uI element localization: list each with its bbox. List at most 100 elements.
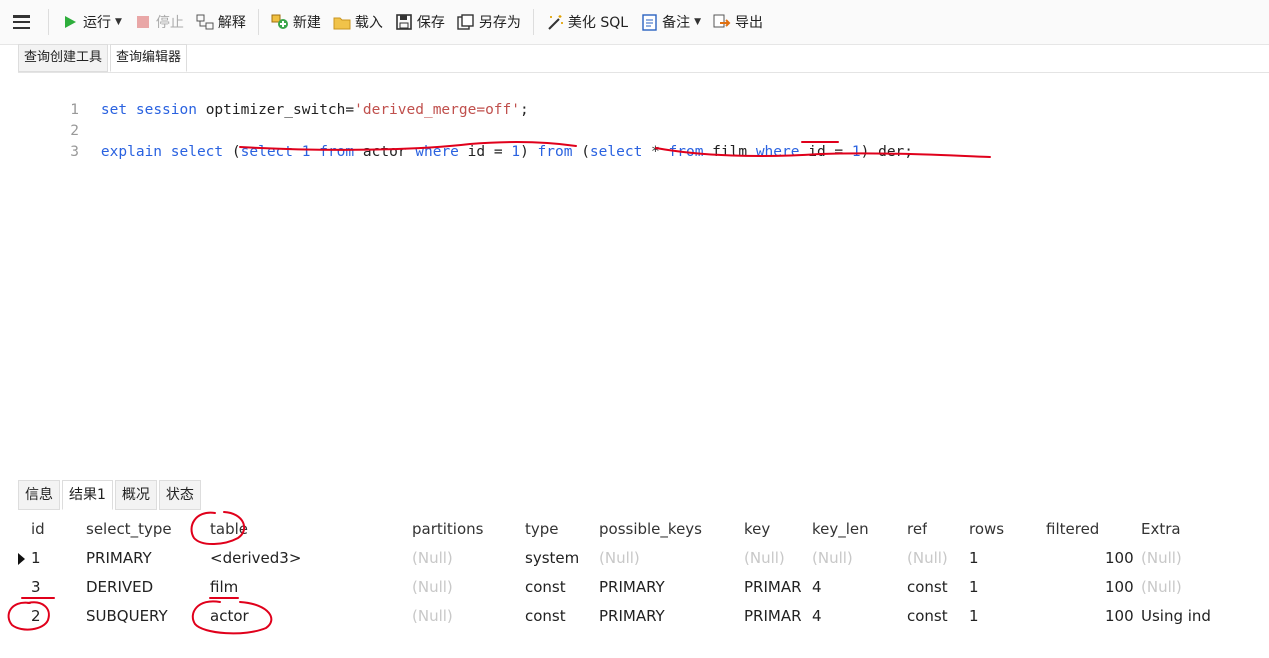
sql-editor[interactable]: 1 set session optimizer_switch='derived_m… <box>0 76 1269 471</box>
cell-filtered[interactable]: 100 <box>1105 602 1134 630</box>
cell-id[interactable]: 1 <box>31 544 41 572</box>
cell-type[interactable]: const <box>525 573 566 601</box>
note-dropdown-icon[interactable]: ▼ <box>694 17 701 27</box>
new-query-icon <box>271 13 289 31</box>
keyword-token: select <box>589 144 643 160</box>
keyword-token: from <box>668 144 704 160</box>
table-row[interactable]: 1 PRIMARY <derived3> (Null) system (Null… <box>18 544 1218 572</box>
column-header-filtered[interactable]: filtered <box>1046 515 1099 543</box>
beautify-sql-button[interactable]: 美化 SQL <box>540 7 634 37</box>
identifier-token: actor <box>362 144 407 160</box>
cell-key[interactable]: PRIMAR <box>744 573 802 601</box>
identifier-token: optimizer_switch <box>205 102 346 118</box>
column-header-type[interactable]: type <box>525 515 559 543</box>
cell-ref[interactable]: const <box>907 602 948 630</box>
tab-profile[interactable]: 概况 <box>114 480 157 510</box>
cell-rows[interactable]: 1 <box>969 573 979 601</box>
cell-key-len[interactable]: 4 <box>812 573 822 601</box>
toolbar-divider <box>532 9 534 35</box>
hamburger-menu-icon[interactable] <box>0 0 42 44</box>
column-header-possible-keys[interactable]: possible_keys <box>599 515 702 543</box>
operator-token: = <box>493 144 503 160</box>
cell-extra[interactable]: Using ind <box>1141 602 1217 630</box>
column-header-id[interactable]: id <box>31 515 45 543</box>
column-header-key-len[interactable]: key_len <box>812 515 869 543</box>
cell-rows[interactable]: 1 <box>969 602 979 630</box>
cell-key-len[interactable]: 4 <box>812 602 822 630</box>
table-row[interactable]: 3 DERIVED film (Null) const PRIMARY PRIM… <box>18 573 1218 601</box>
result-tabs: 信息 结果1 概况 状态 <box>18 480 203 510</box>
cell-type[interactable]: system <box>525 544 579 572</box>
cell-filtered[interactable]: 100 <box>1105 573 1134 601</box>
cell-table[interactable]: actor <box>210 602 249 630</box>
table-row[interactable]: 2 SUBQUERY actor (Null) const PRIMARY PR… <box>18 602 1218 630</box>
stop-icon <box>134 13 152 31</box>
cell-partitions[interactable]: (Null) <box>412 602 453 630</box>
tab-info[interactable]: 信息 <box>18 480 60 510</box>
cell-key-len[interactable]: (Null) <box>812 544 853 572</box>
column-header-table[interactable]: table <box>210 515 248 543</box>
cell-rows[interactable]: 1 <box>969 544 979 572</box>
keyword-token: select <box>170 144 224 160</box>
load-button[interactable]: 载入 <box>327 7 389 37</box>
save-as-label: 另存为 <box>478 15 521 31</box>
new-label: 新建 <box>292 15 321 31</box>
explain-label: 解释 <box>217 15 246 31</box>
number-token: 1 <box>301 144 311 160</box>
save-label: 保存 <box>416 15 445 31</box>
keyword-token: where <box>755 144 800 160</box>
run-button[interactable]: 运行 ▼ <box>55 7 128 37</box>
code-line-3: 3 explain select (select 1 from actor whe… <box>0 122 913 160</box>
cell-extra[interactable]: (Null) <box>1141 544 1182 572</box>
cell-select-type[interactable]: PRIMARY <box>86 544 152 572</box>
column-header-key[interactable]: key <box>744 515 770 543</box>
cell-key[interactable]: PRIMAR <box>744 602 802 630</box>
line-number: 3 <box>70 144 79 160</box>
cell-partitions[interactable]: (Null) <box>412 573 453 601</box>
identifier-token: id <box>467 144 486 160</box>
run-dropdown-icon[interactable]: ▼ <box>115 17 122 27</box>
explain-button[interactable]: 解释 <box>190 7 252 37</box>
tab-query-editor[interactable]: 查询编辑器 <box>110 44 188 72</box>
column-header-select-type[interactable]: select_type <box>86 515 172 543</box>
cell-filtered[interactable]: 100 <box>1105 544 1134 572</box>
column-header-extra[interactable]: Extra <box>1141 515 1181 543</box>
cell-table[interactable]: film <box>210 573 238 601</box>
current-row-marker-icon <box>18 553 25 565</box>
column-header-ref[interactable]: ref <box>907 515 927 543</box>
number-token: 1 <box>851 144 861 160</box>
cell-id[interactable]: 3 <box>31 573 41 601</box>
code-line-1: 1 set session optimizer_switch='derived_m… <box>0 80 529 118</box>
column-header-rows[interactable]: rows <box>969 515 1004 543</box>
save-button[interactable]: 保存 <box>389 7 451 37</box>
save-as-button[interactable]: 另存为 <box>451 7 527 37</box>
cell-extra[interactable]: (Null) <box>1141 573 1182 601</box>
stop-button[interactable]: 停止 <box>128 7 190 37</box>
cell-key[interactable]: (Null) <box>744 544 785 572</box>
save-icon <box>395 13 413 31</box>
cell-ref[interactable]: (Null) <box>907 544 948 572</box>
tab-query-builder[interactable]: 查询创建工具 <box>18 44 109 72</box>
column-header-partitions[interactable]: partitions <box>412 515 483 543</box>
grid-header-row: id select_type table partitions type pos… <box>18 515 1218 543</box>
new-button[interactable]: 新建 <box>265 7 327 37</box>
cell-possible-keys[interactable]: PRIMARY <box>599 573 665 601</box>
cell-id[interactable]: 2 <box>31 602 41 630</box>
explain-icon <box>196 13 214 31</box>
cell-table[interactable]: <derived3> <box>210 544 301 572</box>
cell-select-type[interactable]: SUBQUERY <box>86 602 168 630</box>
stop-label: 停止 <box>155 15 184 31</box>
cell-possible-keys[interactable]: (Null) <box>599 544 640 572</box>
tab-divider <box>18 72 1269 73</box>
cell-type[interactable]: const <box>525 602 566 630</box>
tab-result-1[interactable]: 结果1 <box>62 480 113 510</box>
magic-wand-icon <box>546 13 564 31</box>
note-button[interactable]: 备注 ▼ <box>634 7 707 37</box>
cell-partitions[interactable]: (Null) <box>412 544 453 572</box>
cell-ref[interactable]: const <box>907 573 948 601</box>
cell-possible-keys[interactable]: PRIMARY <box>599 602 665 630</box>
cell-select-type[interactable]: DERIVED <box>86 573 153 601</box>
tab-status[interactable]: 状态 <box>158 480 201 510</box>
export-button[interactable]: 导出 <box>707 7 769 37</box>
folder-icon <box>333 13 351 31</box>
